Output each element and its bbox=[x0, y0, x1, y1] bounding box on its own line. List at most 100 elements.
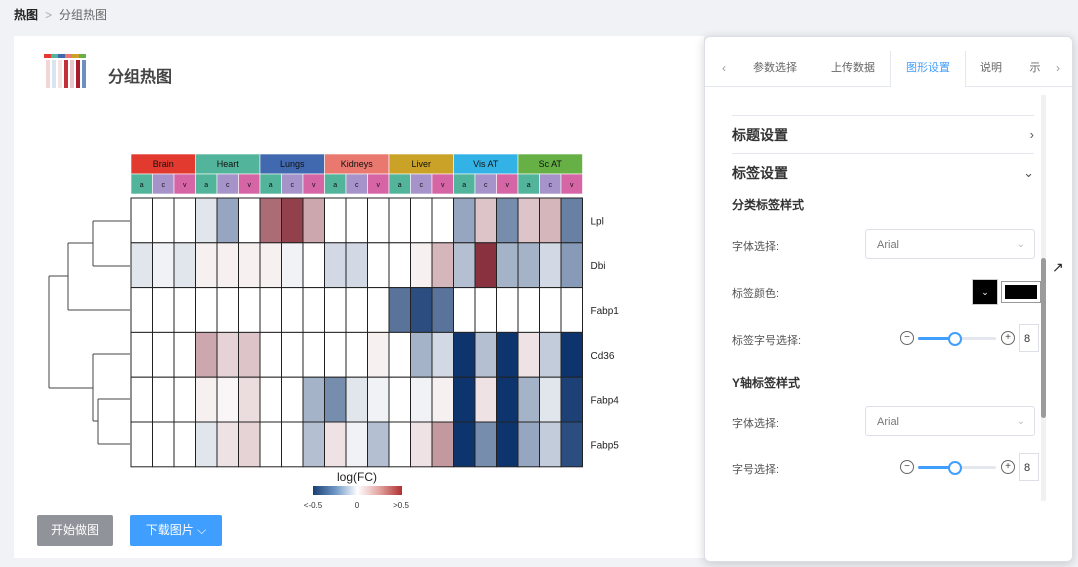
heatmap-cell bbox=[173, 376, 196, 423]
increase-icon[interactable]: + bbox=[1001, 331, 1015, 345]
chevron-down-icon: ⌄ bbox=[1016, 239, 1025, 250]
section-label-settings[interactable]: 标签设置 ⌄ bbox=[732, 153, 1034, 192]
heatmap-cell bbox=[539, 197, 562, 244]
subgroup-label: a bbox=[269, 182, 273, 189]
heatmap-cell bbox=[496, 331, 519, 378]
tab-examples[interactable]: 示 bbox=[1023, 51, 1047, 86]
subgroup-label: v bbox=[183, 182, 187, 189]
heatmap-cell bbox=[130, 242, 153, 289]
heatmap-cell bbox=[539, 331, 562, 378]
y-font-value: Arial bbox=[877, 416, 900, 428]
decrease-icon[interactable]: − bbox=[900, 460, 914, 474]
heatmap-cell bbox=[388, 242, 411, 289]
group-label: Sc AT bbox=[539, 159, 563, 169]
color-picker-button[interactable]: ⌄ bbox=[972, 279, 998, 305]
heatmap-cell bbox=[560, 376, 583, 423]
heatmap-cell bbox=[517, 242, 540, 289]
row-label: Lpl bbox=[591, 216, 604, 227]
heatmap-cell bbox=[410, 376, 433, 423]
scrollbar-thumb[interactable] bbox=[1041, 258, 1046, 418]
row-label: Fabp1 bbox=[591, 306, 620, 317]
legend-max-label: >0.5 bbox=[393, 501, 409, 510]
heatmap-cell bbox=[152, 287, 175, 333]
heatmap-cell bbox=[431, 331, 454, 378]
decrease-icon[interactable]: − bbox=[900, 331, 914, 345]
heatmap-cell bbox=[302, 287, 325, 333]
chevron-down-icon: ⌄ bbox=[1016, 416, 1025, 427]
slider-knob[interactable] bbox=[948, 332, 962, 346]
heatmap-cell bbox=[345, 242, 368, 289]
tab-parameters[interactable]: 参数选择 bbox=[735, 51, 815, 86]
heatmap-cell bbox=[259, 376, 282, 423]
heatmap-cell bbox=[345, 376, 368, 423]
group-label: Brain bbox=[153, 159, 174, 169]
panel-scrollbar[interactable] bbox=[1041, 95, 1046, 501]
heatmap-cell bbox=[431, 242, 454, 289]
heatmap-cell bbox=[388, 287, 411, 333]
heatmap-cell bbox=[259, 242, 282, 289]
row-label: Dbi bbox=[591, 261, 606, 272]
section-title-settings[interactable]: 标题设置 › bbox=[732, 115, 1034, 154]
heatmap-cell bbox=[302, 421, 325, 468]
chevron-down-icon: ⌄ bbox=[1023, 165, 1034, 180]
heatmap-cell bbox=[539, 376, 562, 423]
tab-upload-data[interactable]: 上传数据 bbox=[817, 51, 889, 86]
tab-instructions[interactable]: 说明 bbox=[967, 51, 1015, 86]
heatmap-cell bbox=[560, 242, 583, 289]
heatmap-cell bbox=[238, 421, 261, 468]
heatmap-cell bbox=[130, 331, 153, 378]
row-label: Fabp5 bbox=[591, 440, 620, 451]
label-size-value[interactable]: 8 bbox=[1019, 324, 1039, 352]
heatmap-cell bbox=[130, 376, 153, 423]
heatmap-cell bbox=[345, 421, 368, 468]
heatmap-cell bbox=[410, 331, 433, 378]
subgroup-label: c bbox=[355, 182, 359, 189]
heatmap-cell bbox=[152, 242, 175, 289]
subgroup-label: c bbox=[484, 182, 488, 189]
heatmap-cell bbox=[259, 331, 282, 378]
category-font-select[interactable]: Arial ⌄ bbox=[865, 229, 1035, 259]
label-color-swatch[interactable] bbox=[1001, 281, 1041, 303]
tab-next-arrow-icon[interactable]: › bbox=[1051, 51, 1065, 86]
heatmap-cell bbox=[216, 421, 239, 468]
heatmap-cell bbox=[539, 421, 562, 468]
heatmap-cell bbox=[410, 421, 433, 468]
subgroup-label: c bbox=[291, 182, 295, 189]
subgroup-label: v bbox=[570, 182, 574, 189]
heatmap-cell bbox=[130, 197, 153, 244]
heatmap-cell bbox=[431, 421, 454, 468]
heatmap-cell bbox=[324, 376, 347, 423]
subgroup-label: c bbox=[549, 182, 553, 189]
heatmap-cell bbox=[195, 287, 218, 333]
y-font-select[interactable]: Arial ⌄ bbox=[865, 406, 1035, 436]
heatmap-cell bbox=[496, 376, 519, 423]
y-size-value[interactable]: 8 bbox=[1019, 453, 1039, 481]
heatmap-cell bbox=[496, 421, 519, 468]
heatmap-cell bbox=[453, 242, 476, 289]
heatmap-cell bbox=[195, 197, 218, 244]
label-color-fill bbox=[1005, 285, 1037, 299]
heatmap-cell bbox=[173, 197, 196, 244]
heatmap-cell bbox=[539, 242, 562, 289]
tab-graph-settings[interactable]: 图形设置 bbox=[890, 51, 966, 87]
slider-knob[interactable] bbox=[948, 461, 962, 475]
subgroup-label: a bbox=[204, 182, 208, 189]
heatmap-cell bbox=[388, 421, 411, 468]
heatmap-cell bbox=[431, 287, 454, 333]
heatmap-cell bbox=[345, 287, 368, 333]
subgroup-label: c bbox=[226, 182, 230, 189]
increase-icon[interactable]: + bbox=[1001, 460, 1015, 474]
settings-tabs: ‹ 参数选择 上传数据 图形设置 说明 示 › bbox=[705, 51, 1072, 87]
group-label: Vis AT bbox=[473, 159, 499, 169]
tab-prev-arrow-icon[interactable]: ‹ bbox=[717, 51, 731, 86]
heatmap-cell bbox=[195, 331, 218, 378]
subgroup-label: v bbox=[506, 182, 510, 189]
label-size-slider[interactable]: − + 8 bbox=[900, 324, 1039, 352]
category-font-value: Arial bbox=[877, 239, 900, 251]
heatmap-cell bbox=[216, 376, 239, 423]
heatmap-cell bbox=[453, 376, 476, 423]
heatmap-cell bbox=[560, 197, 583, 244]
subgroup-label: v bbox=[377, 182, 381, 189]
heatmap-cell bbox=[496, 242, 519, 289]
y-size-slider[interactable]: − + 8 bbox=[900, 453, 1039, 481]
